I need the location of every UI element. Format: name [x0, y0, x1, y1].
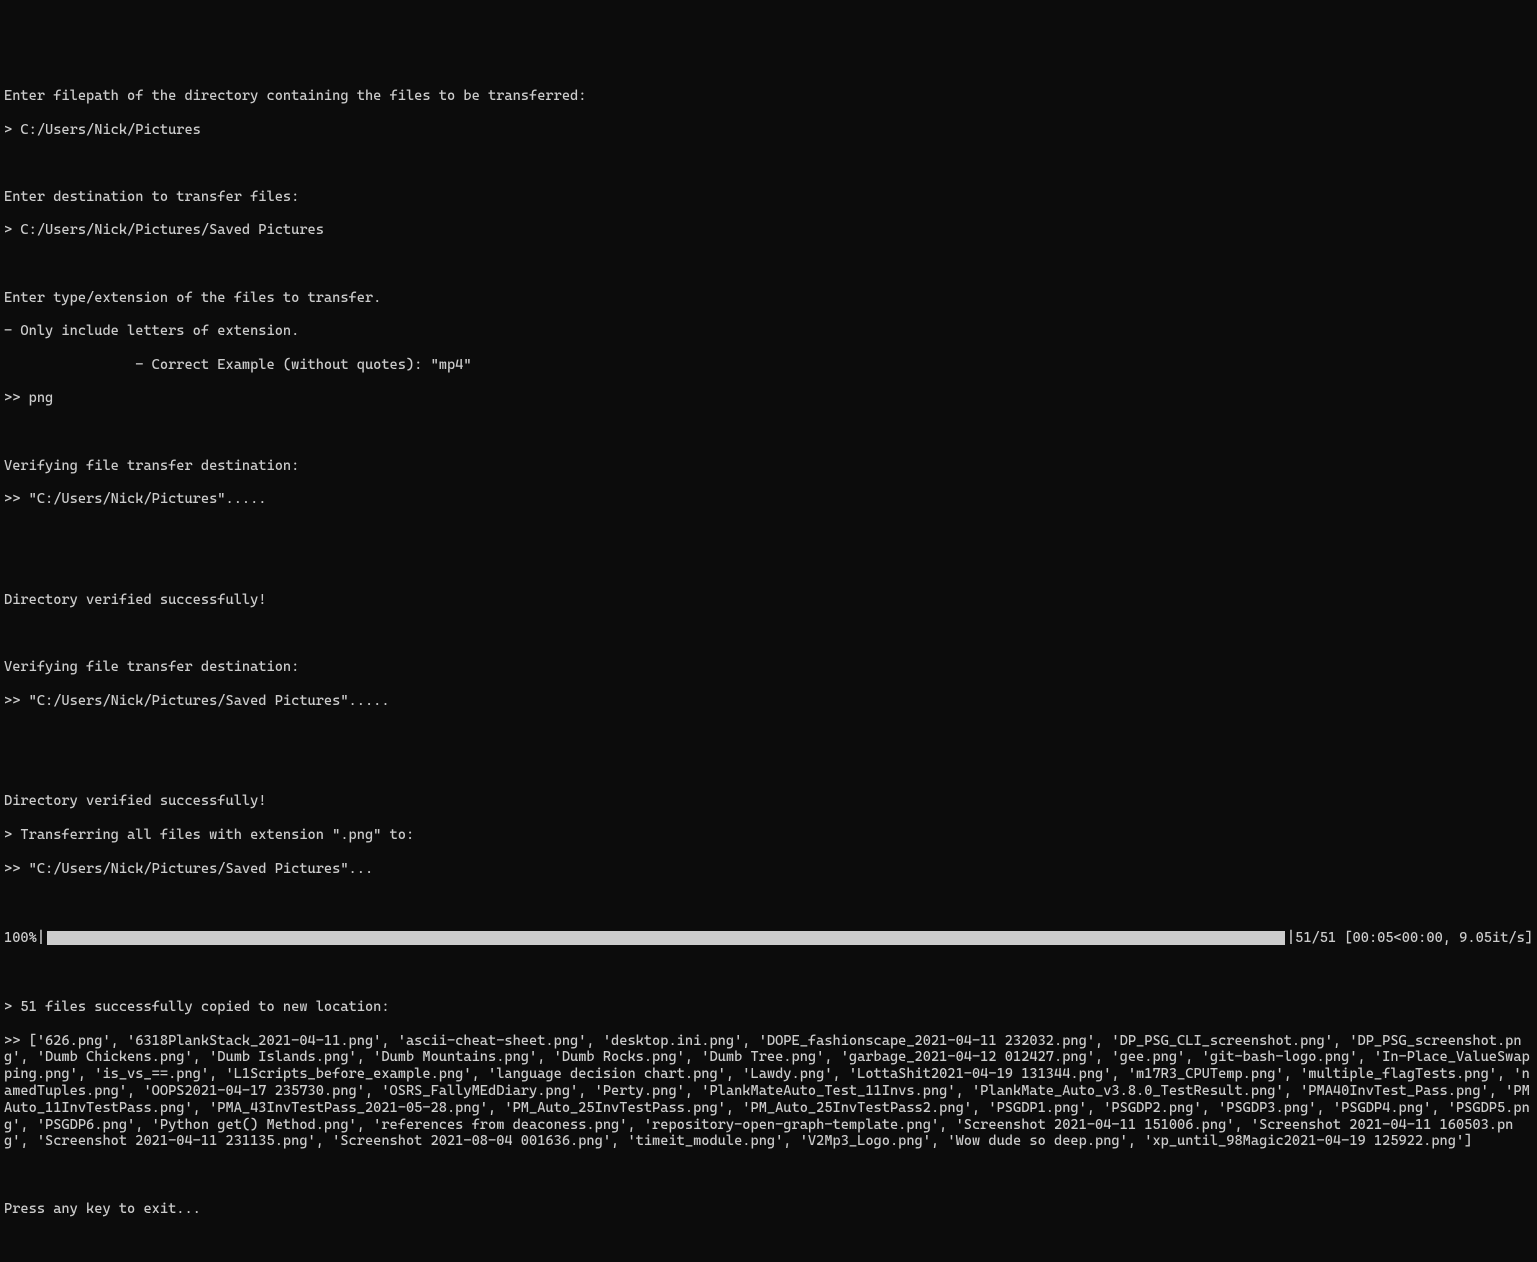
blank-line [4, 1167, 1533, 1184]
progress-stats: 51/51 [00:05<00:00, 9.05it/s] [1295, 930, 1533, 947]
blank-line [4, 894, 1533, 911]
verify-1: Verifying file transfer destination: [4, 458, 1533, 475]
verify-2-path: >> "C:/Users/Nick/Pictures/Saved Picture… [4, 693, 1533, 710]
progress-pipe-end: | [1287, 930, 1295, 947]
blank-line [4, 424, 1533, 441]
progress-pipe-start: | [37, 930, 45, 947]
verify-1-path: >> "C:/Users/Nick/Pictures"..... [4, 491, 1533, 508]
progress-bar-line: 100%|| 51/51 [00:05<00:00, 9.05it/s] [4, 930, 1533, 947]
blank-line [4, 965, 1533, 982]
dest-prompt: Enter destination to transfer files: [4, 189, 1533, 206]
verify-1-success: Directory verified successfully! [4, 592, 1533, 609]
blank-line [4, 256, 1533, 273]
ext-prompt-1: Enter type/extension of the files to tra… [4, 290, 1533, 307]
blank-line [4, 155, 1533, 172]
blank-line [4, 726, 1533, 743]
ext-prompt-2: - Only include letters of extension. [4, 323, 1533, 340]
blank-line [4, 760, 1533, 777]
file-list: >> ['626.png', '6318PlankStack_2021-04-1… [4, 1033, 1533, 1151]
success-msg: > 51 files successfully copied to new lo… [4, 999, 1533, 1016]
progress-bar [47, 931, 1285, 945]
blank-line [4, 625, 1533, 642]
exit-prompt: Press any key to exit... [4, 1201, 1533, 1218]
progress-percent: 100% [4, 930, 37, 947]
progress-bar-fill [47, 931, 1285, 945]
terminal-output[interactable]: Enter filepath of the directory containi… [4, 71, 1533, 1234]
ext-prompt-3: - Correct Example (without quotes): "mp4… [4, 357, 1533, 374]
verify-2: Verifying file transfer destination: [4, 659, 1533, 676]
ext-input: >> png [4, 390, 1533, 407]
verify-2-success: Directory verified successfully! [4, 793, 1533, 810]
blank-line [4, 558, 1533, 575]
source-prompt: Enter filepath of the directory containi… [4, 88, 1533, 105]
blank-line [4, 525, 1533, 542]
transfer-msg: > Transferring all files with extension … [4, 827, 1533, 844]
source-input: > C:/Users/Nick/Pictures [4, 122, 1533, 139]
transfer-dest: >> "C:/Users/Nick/Pictures/Saved Picture… [4, 861, 1533, 878]
dest-input: > C:/Users/Nick/Pictures/Saved Pictures [4, 222, 1533, 239]
